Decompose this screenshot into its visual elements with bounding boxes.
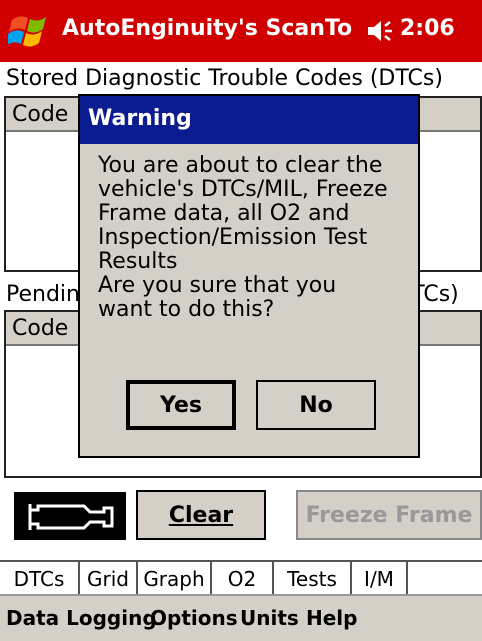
- tab-graph-label: Graph: [143, 567, 205, 591]
- stored-code-header: Code: [12, 102, 69, 127]
- dialog-title: Warning: [80, 96, 418, 144]
- pending-code-header: Code: [12, 316, 69, 341]
- tab-o2[interactable]: O2: [212, 562, 274, 596]
- tab-im[interactable]: I/M: [352, 562, 408, 596]
- tab-im-label: I/M: [364, 567, 394, 591]
- mil-status-button[interactable]: [14, 492, 126, 540]
- tab-o2-label: O2: [227, 567, 257, 591]
- clear-button-label: Clear: [168, 502, 234, 528]
- menu-help[interactable]: Help: [306, 606, 357, 630]
- tab-tests-label: Tests: [287, 567, 337, 591]
- yes-button-label: Yes: [160, 392, 202, 418]
- yes-button[interactable]: Yes: [126, 380, 236, 430]
- windows-flag-icon[interactable]: [8, 10, 54, 52]
- tab-dtcs-label: DTCs: [13, 567, 65, 591]
- tab-tests[interactable]: Tests: [274, 562, 352, 596]
- tab-grid-label: Grid: [87, 567, 129, 591]
- no-button-label: No: [299, 392, 333, 418]
- freeze-frame-button[interactable]: Freeze Frame: [296, 490, 482, 540]
- clock[interactable]: 2:06: [400, 16, 455, 41]
- warning-dialog: Warning You are about to clear the vehic…: [78, 94, 420, 458]
- menu-bar: Data Logging Options Units Help: [0, 594, 482, 641]
- stored-dtcs-label: Stored Diagnostic Trouble Codes (DTCs): [6, 66, 443, 91]
- freeze-frame-button-label: Freeze Frame: [305, 502, 473, 528]
- title-bar: AutoEnginuity's ScanTo 2:06: [0, 0, 482, 62]
- app-title: AutoEnginuity's ScanTo: [62, 16, 353, 41]
- speaker-icon[interactable]: [366, 18, 394, 44]
- menu-options[interactable]: Options: [150, 606, 238, 630]
- dialog-message: You are about to clear the vehicle's DTC…: [98, 153, 388, 322]
- tab-dtcs[interactable]: DTCs: [0, 562, 80, 596]
- clear-button[interactable]: Clear: [136, 490, 266, 540]
- menu-units[interactable]: Units: [240, 606, 299, 630]
- tab-graph[interactable]: Graph: [138, 562, 212, 596]
- menu-data-logging[interactable]: Data Logging: [6, 606, 157, 630]
- tab-strip: DTCs Grid Graph O2 Tests I/M: [0, 560, 482, 596]
- no-button[interactable]: No: [256, 380, 376, 430]
- tab-grid[interactable]: Grid: [80, 562, 138, 596]
- check-engine-icon: [28, 504, 114, 530]
